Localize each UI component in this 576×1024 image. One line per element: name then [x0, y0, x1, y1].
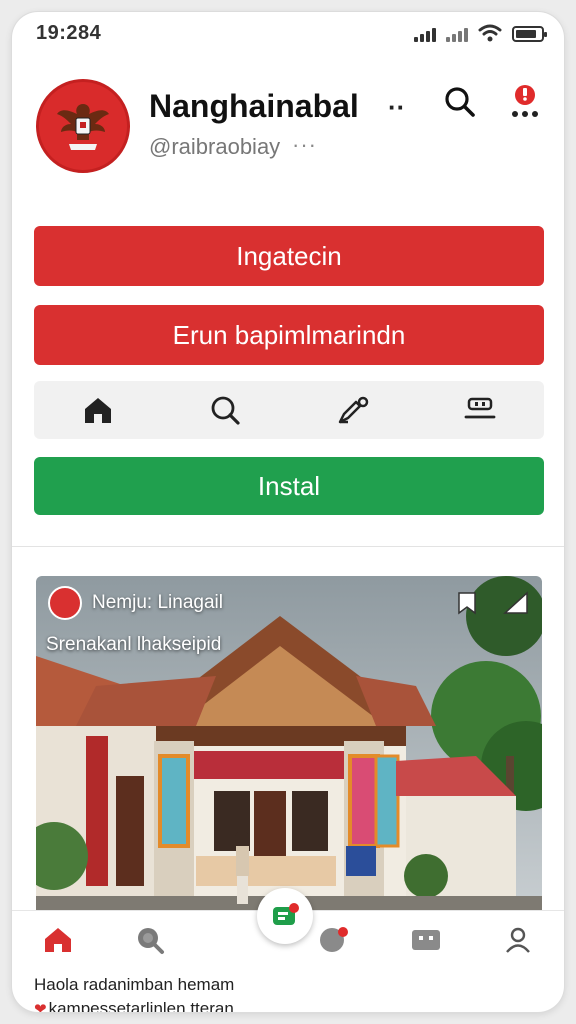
status-icons [414, 24, 547, 42]
primary-action-button[interactable]: Ingatecin [34, 226, 544, 286]
footer-line-2: ❤ kampessetarlinlen tteran [34, 999, 234, 1012]
nav-search-icon[interactable] [130, 920, 170, 960]
status-bar: 19:284 [12, 12, 564, 56]
edit-icon[interactable] [335, 392, 371, 428]
garuda-emblem-icon [57, 104, 109, 150]
bookmark-icon[interactable] [454, 590, 480, 616]
home-icon[interactable] [80, 392, 116, 428]
profile-handle: @raibraobiay [149, 134, 281, 159]
footer-line-2-text: kampessetarlinlen tteran [48, 999, 234, 1012]
status-time: 19:284 [36, 22, 102, 44]
nav-profile-icon[interactable] [498, 920, 538, 960]
profile-avatar[interactable] [36, 79, 130, 173]
quick-icon-bar [34, 381, 544, 439]
secondary-action-button[interactable]: Erun bapimlmarindn [34, 305, 544, 365]
install-button[interactable]: Instal [34, 457, 544, 515]
feed-post[interactable]: Nemju: Linagail Srenakanl lhakseipid [36, 576, 542, 916]
create-post-button[interactable] [257, 888, 313, 944]
cell-signal-icon [414, 26, 436, 42]
footer-line-1: Haola radanimban hemam [34, 975, 235, 994]
name-more-indicator[interactable]: ·· [388, 92, 405, 123]
wifi-icon [478, 24, 502, 42]
battery-icon [512, 26, 547, 42]
nav-home-icon[interactable] [38, 920, 78, 960]
post-image [36, 576, 542, 916]
section-divider [12, 546, 564, 547]
post-author-avatar[interactable] [48, 586, 82, 620]
search-icon[interactable] [207, 392, 243, 428]
nav-messages-icon[interactable] [406, 920, 446, 960]
notification-icon[interactable] [508, 82, 542, 122]
profile-name: Nanghainabal [149, 88, 359, 124]
post-caption: Srenakanl lhakseipid [46, 634, 222, 655]
nav-chat-icon[interactable] [314, 920, 354, 960]
create-icon [273, 903, 299, 925]
share-icon[interactable] [502, 590, 530, 616]
search-icon[interactable] [442, 84, 478, 120]
cell-signal-secondary-icon [446, 26, 468, 42]
heart-icon: ❤ [34, 1001, 47, 1012]
post-author-name[interactable]: Nemju: Linagail [92, 592, 223, 614]
inbox-icon[interactable] [462, 392, 498, 428]
handle-more-indicator[interactable]: ··· [292, 132, 317, 158]
phone-frame: 19:284 Nanghainabal ·· @raibraobiay ··· … [12, 12, 564, 1012]
